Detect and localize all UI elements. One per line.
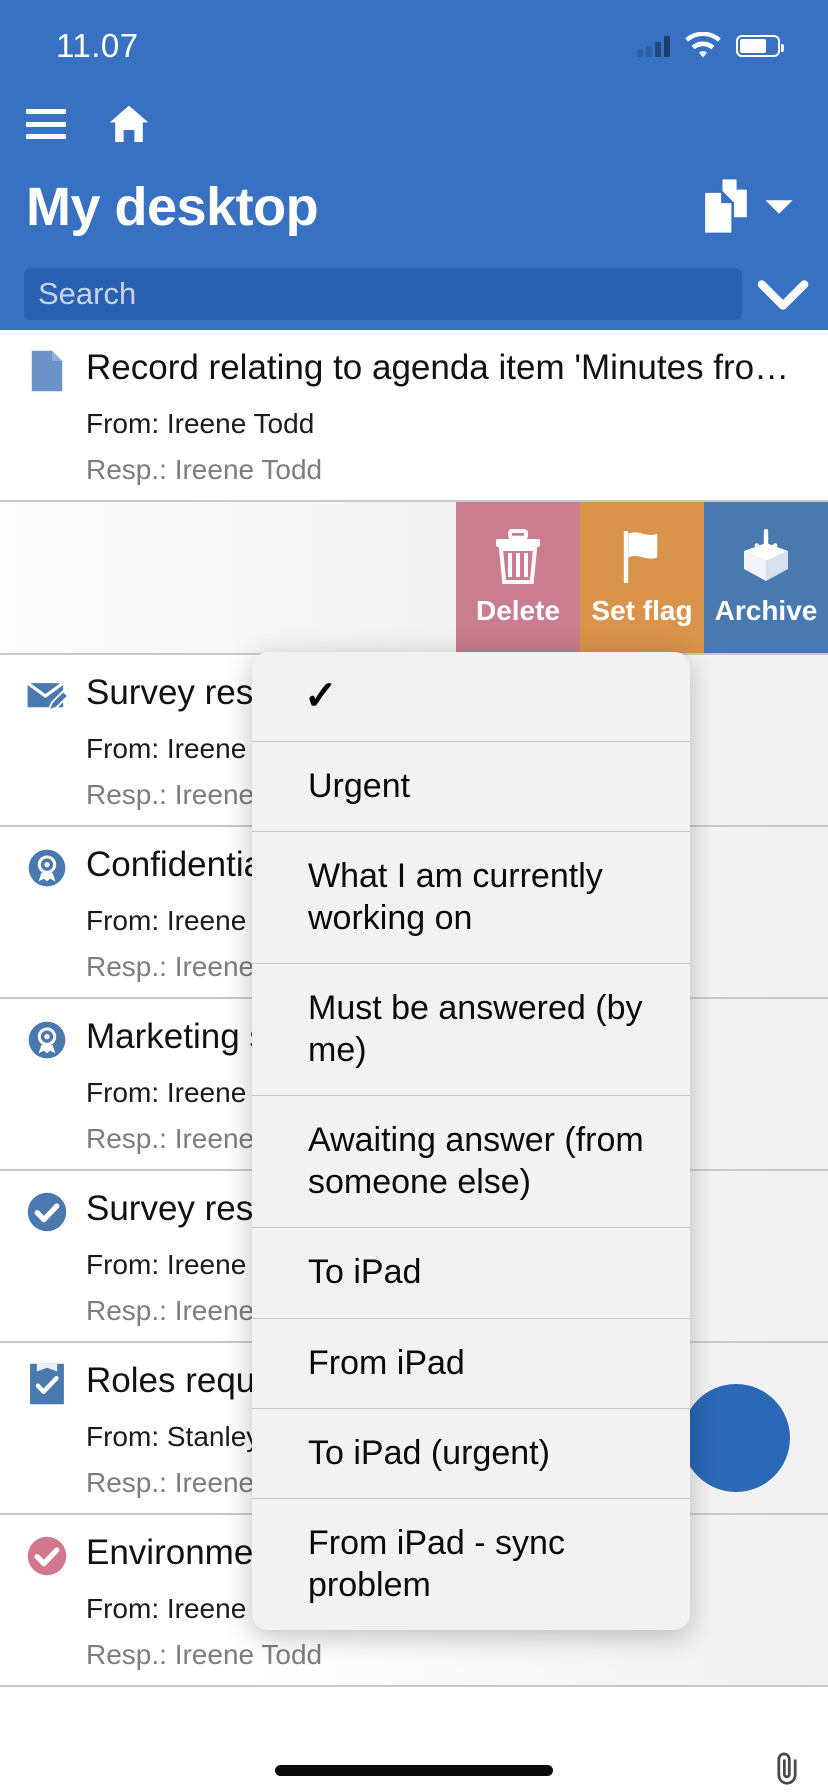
flag-menu-item-urgent[interactable]: Urgent: [252, 742, 690, 832]
flag-menu-item-must-be-answered[interactable]: Must be answered (by me): [252, 964, 690, 1096]
check-circle-icon: [26, 1535, 68, 1577]
list-item-head: Record relating to agenda item 'Minutes …: [26, 348, 808, 392]
flag-menu-item-to-ipad-urgent[interactable]: To iPad (urgent): [252, 1409, 690, 1499]
flag-menu-item-to-ipad[interactable]: To iPad: [252, 1228, 690, 1318]
seal-badge-icon: [26, 1019, 68, 1061]
hamburger-menu-icon[interactable]: [26, 109, 66, 139]
flag-menu-item-selected[interactable]: ✓: [252, 652, 690, 742]
bottom-bar: [0, 1746, 828, 1792]
search-input[interactable]: Search: [24, 268, 742, 320]
search-placeholder: Search: [38, 276, 136, 312]
status-bar: 11.07: [0, 22, 828, 70]
seal-badge-icon: [26, 847, 68, 889]
header-nav-icons: [26, 100, 154, 148]
title-actions: [698, 176, 796, 238]
archive-button[interactable]: Archive: [704, 502, 828, 653]
status-time: 11.07: [56, 27, 139, 65]
archive-box-icon: [738, 529, 794, 585]
wifi-icon: [684, 32, 722, 60]
list-item-from: From: Ireene Todd: [86, 408, 808, 440]
checkmark-icon: ✓: [304, 672, 338, 721]
status-indicators: [637, 32, 780, 60]
documents-icon[interactable]: [698, 176, 752, 238]
swipe-action-bar: Delete Set flag Archive: [0, 502, 828, 655]
app-header: 11.07 My desktop: [0, 0, 828, 330]
title-row: My desktop: [0, 176, 828, 238]
paperclip-icon[interactable]: [770, 1750, 804, 1786]
floating-action-button[interactable]: [682, 1384, 790, 1492]
document-icon: [26, 350, 68, 392]
set-flag-label: Set flag: [591, 595, 692, 627]
flag-menu-item-working-on[interactable]: What I am currently working on: [252, 832, 690, 964]
battery-icon: [736, 35, 780, 57]
chevron-down-icon[interactable]: [754, 273, 812, 315]
checked-book-icon: [26, 1363, 68, 1405]
trash-icon: [492, 529, 544, 585]
search-row: Search: [0, 268, 828, 320]
flag-dropdown-menu: ✓ Urgent What I am currently working on …: [252, 652, 690, 1630]
home-icon[interactable]: [104, 100, 154, 148]
archive-label: Archive: [715, 595, 818, 627]
flag-menu-item-awaiting-answer[interactable]: Awaiting answer (from someone else): [252, 1096, 690, 1228]
delete-button[interactable]: Delete: [456, 502, 580, 653]
delete-label: Delete: [476, 595, 560, 627]
mail-edit-icon: [26, 675, 68, 717]
app-screen: 11.07 My desktop: [0, 0, 828, 1792]
page-title: My desktop: [26, 180, 318, 234]
caret-down-icon[interactable]: [762, 195, 796, 219]
check-circle-icon: [26, 1191, 68, 1233]
list-item[interactable]: Record relating to agenda item 'Minutes …: [0, 330, 828, 502]
flag-menu-item-from-ipad-sync[interactable]: From iPad - sync problem: [252, 1499, 690, 1630]
list-item-title: Record relating to agenda item 'Minutes …: [86, 348, 808, 388]
swipe-filler: [0, 502, 456, 653]
set-flag-button[interactable]: Set flag: [580, 502, 704, 653]
list-item-resp: Resp.: Ireene Todd: [86, 1639, 808, 1671]
list-item-resp: Resp.: Ireene Todd: [86, 454, 808, 486]
flag-icon: [616, 529, 668, 585]
flag-menu-item-from-ipad[interactable]: From iPad: [252, 1319, 690, 1409]
home-indicator: [275, 1765, 553, 1776]
cellular-signal-icon: [637, 35, 670, 57]
